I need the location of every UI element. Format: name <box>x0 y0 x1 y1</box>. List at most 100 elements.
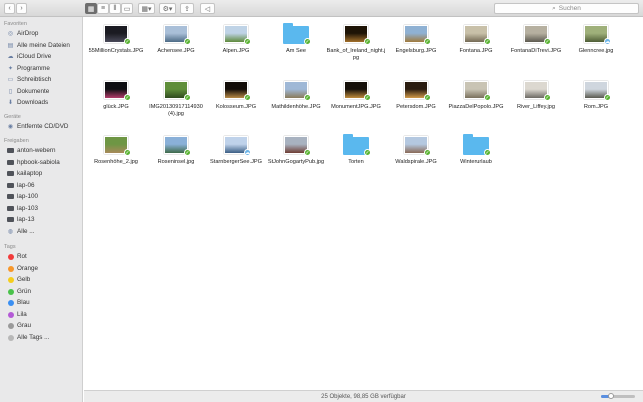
sidebar-item-icloud[interactable]: ☁ iCloud Drive <box>7 52 81 61</box>
file-item[interactable]: ✓ IMG20130917114930 (4).jpg <box>146 79 206 118</box>
file-item[interactable]: ✓ glück.JPG <box>86 79 146 111</box>
sidebar-item-remote-disc[interactable]: ◉ Entfernte CD/DVD <box>7 122 81 131</box>
sync-check-icon: ✓ <box>544 38 551 45</box>
sidebar-item-airdrop[interactable]: ◎ AirDrop <box>7 29 81 38</box>
sidebar-tag[interactable]: Grün <box>7 287 81 296</box>
sidebar-item-apps[interactable]: ✦ Programme <box>7 64 81 73</box>
forward-button[interactable]: › <box>16 3 27 14</box>
sidebar-item-shared[interactable]: anton-webern <box>7 146 81 155</box>
airdrop-icon: ◎ <box>7 31 14 37</box>
file-item[interactable]: ✓ 55MillionCrystals.JPG <box>86 23 146 55</box>
file-item[interactable]: ✓ StJohnGogartyPub.jpg <box>266 134 326 166</box>
sync-check-icon: ✓ <box>244 38 251 45</box>
folder-item[interactable]: ✓ Torten <box>326 134 386 166</box>
image-thumbnail: ✓ <box>581 79 611 101</box>
image-thumbnail: ✓ <box>161 79 191 101</box>
sidebar-item-label: Blau <box>17 299 30 306</box>
search-field[interactable]: ⌕ Suchen <box>494 3 639 14</box>
file-item[interactable]: ✓ Rom.JPG <box>566 79 626 111</box>
sync-check-icon: ✓ <box>184 94 191 101</box>
file-item[interactable]: ✓ Rosenhöhe_2.jpg <box>86 134 146 166</box>
sidebar-item-shared-all[interactable]: ◍ Alle ... <box>7 227 81 236</box>
share-button[interactable]: ⇪ <box>180 3 194 14</box>
file-item[interactable]: ✓ Mathildenhöhe.JPG <box>266 79 326 111</box>
desktop-icon: ▭ <box>7 77 14 83</box>
file-item[interactable]: ✓ MonumentJPG.JPG <box>326 79 386 111</box>
sync-check-icon: ✓ <box>484 94 491 101</box>
sidebar-item-downloads[interactable]: ⬇ Downloads <box>7 98 81 107</box>
sidebar-tag[interactable]: Orange <box>7 264 81 273</box>
icon-view-button[interactable]: ▦ <box>85 3 97 14</box>
file-item[interactable]: ✓ Engelsburg.JPG <box>386 23 446 55</box>
sync-check-icon: ✓ <box>544 94 551 101</box>
slider-knob[interactable] <box>608 393 615 399</box>
file-item[interactable]: ✓ Fontana.JPG <box>446 23 506 55</box>
sync-check-icon: ✓ <box>184 38 191 45</box>
action-button[interactable]: ⚙▾ <box>159 3 176 14</box>
file-item[interactable]: ✓ Petersdom.JPG <box>386 79 446 111</box>
sidebar-item-shared[interactable]: kailaptop <box>7 169 81 178</box>
file-name: StJohnGogartyPub.jpg <box>267 159 325 165</box>
chevron-right-icon: › <box>20 5 23 12</box>
column-view-button[interactable]: ⫴ <box>109 3 121 14</box>
file-item[interactable]: ✓ Waldspirale.JPG <box>386 134 446 166</box>
file-name: Waldspirale.JPG <box>395 159 437 165</box>
gallery-icon: ▭ <box>123 5 131 13</box>
file-item[interactable]: ✓ Bank_of_Ireland_night.jpg <box>326 23 386 62</box>
sidebar-tag[interactable]: Blau <box>7 298 81 307</box>
sidebar-item-shared[interactable]: lap-06 <box>7 181 81 190</box>
file-item[interactable]: ✓ Roseninsel.jpg <box>146 134 206 166</box>
file-item[interactable]: ✓ River_Liffey.jpg <box>506 79 566 111</box>
sidebar-item-documents[interactable]: ▯ Dokumente <box>7 87 81 96</box>
sidebar-item-label: Downloads <box>17 99 49 106</box>
tags-button[interactable]: ◁ <box>200 3 215 14</box>
sidebar-item-label: lap-103 <box>17 205 39 212</box>
sidebar-item-shared[interactable]: lap-103 <box>7 204 81 213</box>
sidebar-item-desktop[interactable]: ▭ Schreibtisch <box>7 75 81 84</box>
back-button[interactable]: ‹ <box>4 3 15 14</box>
folder-item[interactable]: ✓ Am See <box>266 23 326 55</box>
file-item[interactable]: ✓ Alpen.JPG <box>206 23 266 55</box>
file-item[interactable]: ✓ PiazzaDelPopolo.JPG <box>446 79 506 111</box>
file-item[interactable]: ☁ StarnbergerSee.JPG <box>206 134 266 166</box>
arrange-button[interactable]: ▦▾ <box>138 3 155 14</box>
computer-icon <box>7 193 14 200</box>
sidebar-tag[interactable]: Gelb <box>7 275 81 284</box>
file-item[interactable]: ✓ Achensee.JPG <box>146 23 206 55</box>
tag-color-dot <box>7 265 14 272</box>
image-thumbnail: ✓ <box>461 23 491 45</box>
file-name: Rom.JPG <box>583 104 609 110</box>
favorites-heading: Favoriten <box>4 21 27 27</box>
sidebar-tag[interactable]: Grau <box>7 321 81 330</box>
file-item[interactable]: ✓ FontanaDiTrevi.JPG <box>506 23 566 55</box>
computer-icon <box>7 205 14 212</box>
file-item[interactable]: ☁ Glenncree.jpg <box>566 23 626 55</box>
sidebar-tag-all[interactable]: Alle Tags ... <box>7 333 81 342</box>
sidebar-item-label: anton-webern <box>17 147 56 154</box>
folder-item[interactable]: ✓ Winterurlaub <box>446 134 506 166</box>
image-thumbnail: ✓ <box>401 134 431 156</box>
image-thumbnail: ✓ <box>161 23 191 45</box>
sidebar-item-label: kailaptop <box>17 170 43 177</box>
sidebar-tag[interactable]: Rot <box>7 252 81 261</box>
file-item[interactable]: ✓ Kolosseum.JPG <box>206 79 266 111</box>
list-view-button[interactable]: ≡ <box>97 3 109 14</box>
file-name: Engelsburg.JPG <box>395 48 437 54</box>
tag-color-dot <box>7 311 14 318</box>
sidebar-item-shared[interactable]: lap-100 <box>7 192 81 201</box>
image-thumbnail: ✓ <box>461 79 491 101</box>
computer-icon <box>7 159 14 166</box>
sidebar-item-shared[interactable]: lap-13 <box>7 215 81 224</box>
sidebar-item-label: Grau <box>17 322 31 329</box>
file-name: Achensee.JPG <box>157 48 195 54</box>
gallery-view-button[interactable]: ▭ <box>121 3 133 14</box>
file-grid: ✓ 55MillionCrystals.JPG ✓ Achensee.JPG ✓ Alpe… <box>84 17 643 390</box>
sidebar-item-shared[interactable]: hpbook-sabiola <box>7 158 81 167</box>
sidebar-item-all-files[interactable]: ▤ Alle meine Dateien <box>7 41 81 50</box>
icon-size-slider[interactable] <box>601 393 635 399</box>
documents-icon: ▯ <box>8 89 13 95</box>
image-thumbnail: ✓ <box>341 79 371 101</box>
file-name: Winterurlaub <box>460 159 492 165</box>
file-name: glück.JPG <box>103 104 129 110</box>
sidebar-tag[interactable]: Lila <box>7 310 81 319</box>
